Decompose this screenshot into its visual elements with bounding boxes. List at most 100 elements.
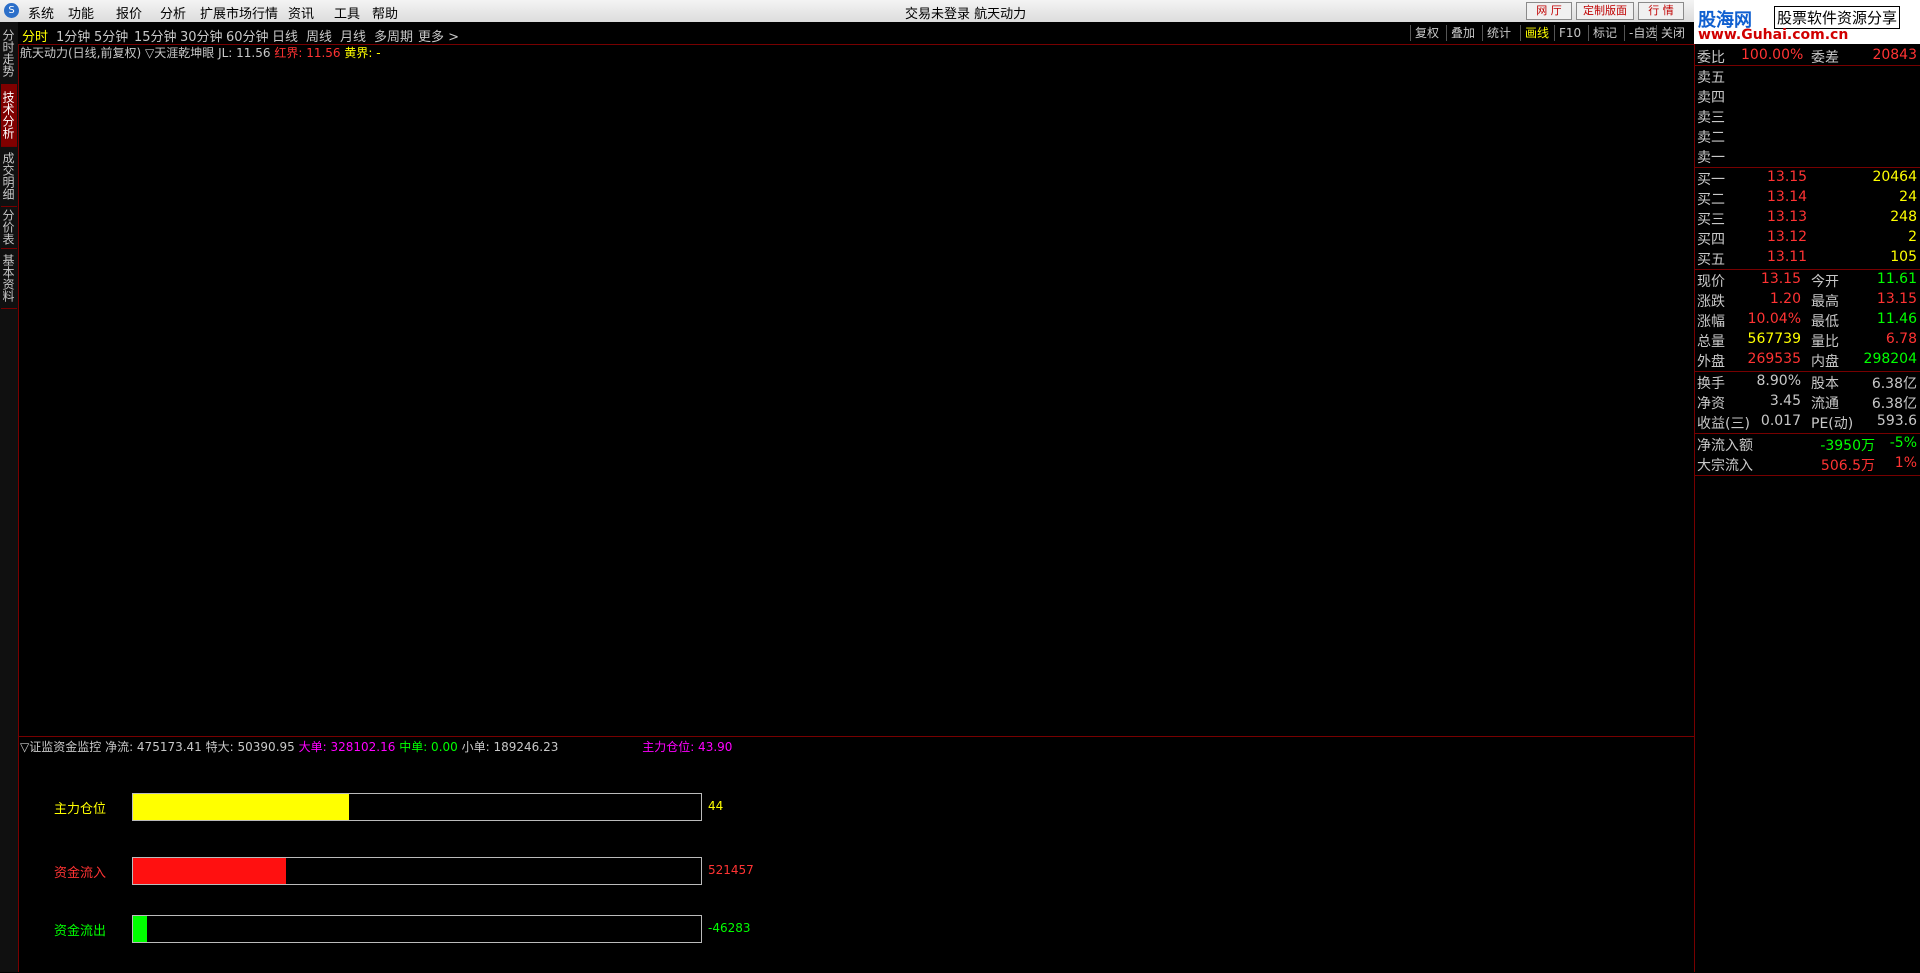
fund-bar-fill [133,858,287,884]
left-tab-2[interactable]: 成交明细 [1,146,17,207]
chart-tool-2[interactable]: 统计 [1482,25,1515,41]
stat-label: 外盘 [1697,354,1725,370]
fund-monitor-header: ▽证监资金监控 净流: 475173.41 特大: 50390.95 大单: 3… [20,738,732,755]
stat-value: 593.6 [1876,413,1917,429]
brand-url: www.Guhai.com.cn [1698,27,1849,43]
buy-level-price: 13.15 [1767,169,1808,185]
stat-value: 269535 [1747,351,1801,367]
stat-value: 567739 [1747,331,1801,347]
period-tab-5[interactable]: 60分钟 [226,26,269,45]
period-tab-10[interactable]: 更多 > [418,26,459,45]
stat-value: 8.90% [1756,373,1801,389]
stat-value: 13.15 [1876,291,1917,307]
stat-label: 最低 [1811,314,1839,330]
period-tab-4[interactable]: 30分钟 [180,26,223,45]
weibi-label: 委比 [1697,50,1725,66]
chart-tool-7[interactable]: 关闭 [1656,25,1689,41]
buy-level-label: 买二 [1697,192,1725,208]
stat-label: 最高 [1811,294,1839,310]
fund-monitor-title[interactable]: ▽证监资金监控 [20,740,101,754]
chart-tool-0[interactable]: 复权 [1410,25,1443,41]
toolbar-button-1[interactable]: 定制版面 [1576,2,1634,20]
chart-tool-4[interactable]: F10 [1554,25,1585,41]
menu-item-0[interactable]: 系统 [28,3,54,22]
flow-row: 大宗流入 506.5万 1% [1695,454,1920,474]
fund-bar-fill [133,794,349,820]
menu-item-7[interactable]: 帮助 [372,3,398,22]
chart-title: 航天动力(日线,前复权) [20,46,142,60]
buy-level-label: 买五 [1697,252,1725,268]
formula-name[interactable]: ▽天涯乾坤眼 [145,46,214,60]
brand-slogan: 股票软件资源分享 [1774,6,1901,29]
stat-label: 收益(三) [1697,416,1750,432]
app-logo-icon: S [4,3,19,18]
period-tab-6[interactable]: 日线 [272,26,298,45]
medium-order-value: 中单: 0.00 [399,740,458,754]
flow-value: -3950万 [1820,438,1875,454]
menu-item-1[interactable]: 功能 [68,3,94,22]
chart-tool-5[interactable]: 标记 [1588,25,1621,41]
period-bar: 分时 1分钟 5分钟 15分钟 30分钟 60分钟 日线 周线 月线 多周期 更多 > 复权 叠加 统计画… [18,22,1694,45]
chart-tool-1[interactable]: 叠加 [1446,25,1479,41]
stat-value: 10.04% [1747,311,1801,327]
menu-item-2[interactable]: 报价 [116,3,142,22]
weibi-row: 委比 100.00% 委差 20843 [1695,46,1920,66]
menu-item-4[interactable]: 扩展市场行情 [200,3,278,22]
period-tab-1[interactable]: 1分钟 [56,26,90,45]
period-tab-2[interactable]: 5分钟 [94,26,128,45]
stat-row: 涨跌 1.20 最高 13.15 [1695,290,1920,310]
buy-level-volume: 20464 [1872,169,1917,185]
buy-level-price: 13.12 [1767,229,1808,245]
buy-level-label: 买四 [1697,232,1725,248]
stat-row: 净资 3.45 流通 6.38亿 [1695,392,1920,412]
yellow-line-value: 黄界: - [344,46,381,60]
fund-bar-fill [133,916,148,942]
left-tab-strip: 分时走势 技术分析 成交明细 分价表 基本资料 [0,22,19,972]
brand-banner: 股海网 股票软件资源分享 www.Guhai.com.cn [1694,0,1920,44]
sell-row: 卖一 [1695,146,1920,166]
period-tab-0[interactable]: 分时 [22,26,48,45]
sell-row: 卖三 [1695,106,1920,126]
period-tab-7[interactable]: 周线 [306,26,332,45]
left-tab-3[interactable]: 分价表 [1,206,17,249]
menu-item-3[interactable]: 分析 [160,3,186,22]
sell-level-label: 卖四 [1697,90,1725,106]
sell-level-label: 卖一 [1697,150,1725,166]
period-tab-9[interactable]: 多周期 [374,26,413,45]
indicator-header: 航天动力(日线,前复权) ▽天涯乾坤眼 JL: 11.56 红界: 11.56 … [20,44,381,61]
sell-level-label: 卖二 [1697,130,1725,146]
menu-item-5[interactable]: 资讯 [288,3,314,22]
red-line-value: 红界: 11.56 [274,46,341,60]
buy-level-volume: 248 [1890,209,1917,225]
stat-value: 6.38亿 [1871,396,1917,412]
fund-bar-value: 521457 [708,863,754,877]
main-position-value: 主力仓位: 43.90 [642,740,733,754]
stat-row: 收益(三) 0.017 PE(动) 593.6 [1695,412,1920,432]
period-tab-3[interactable]: 15分钟 [134,26,177,45]
period-tab-8[interactable]: 月线 [340,26,366,45]
buy-level-label: 买三 [1697,212,1725,228]
left-tab-4[interactable]: 基本资料 [1,248,17,309]
stat-row: 外盘 269535 内盘 298204 [1695,350,1920,370]
stat-value: 6.38亿 [1871,376,1917,392]
buy-level-volume: 24 [1899,189,1917,205]
stat-label: 现价 [1697,274,1725,290]
stat-row: 总量 567739 量比 6.78 [1695,330,1920,350]
flow-row: 净流入额 -3950万 -5% [1695,434,1920,454]
stat-label: 量比 [1811,334,1839,350]
toolbar-button-0[interactable]: 网 厅 [1526,2,1572,20]
fund-bar-track [132,857,702,885]
left-tab-1[interactable]: 技术分析 [1,84,17,147]
stat-row: 现价 13.15 今开 11.61 [1695,270,1920,290]
window-title: 交易未登录 航天动力 [905,7,1027,22]
fund-bar-track [132,793,702,821]
jl-value: JL: 11.56 [218,46,271,60]
small-order-value: 小单: 189246.23 [461,740,559,754]
chart-tool-3[interactable]: 画线 [1520,25,1553,41]
stat-label: 今开 [1811,274,1839,290]
candlestick-chart[interactable]: 13.0012.8012.6012.4012.2012.0011.8011.60… [18,44,1694,736]
menu-item-6[interactable]: 工具 [334,3,360,22]
left-tab-0[interactable]: 分时走势 [1,22,17,85]
fund-bar-value: 44 [708,799,724,813]
toolbar-button-2[interactable]: 行 情 [1638,2,1684,20]
